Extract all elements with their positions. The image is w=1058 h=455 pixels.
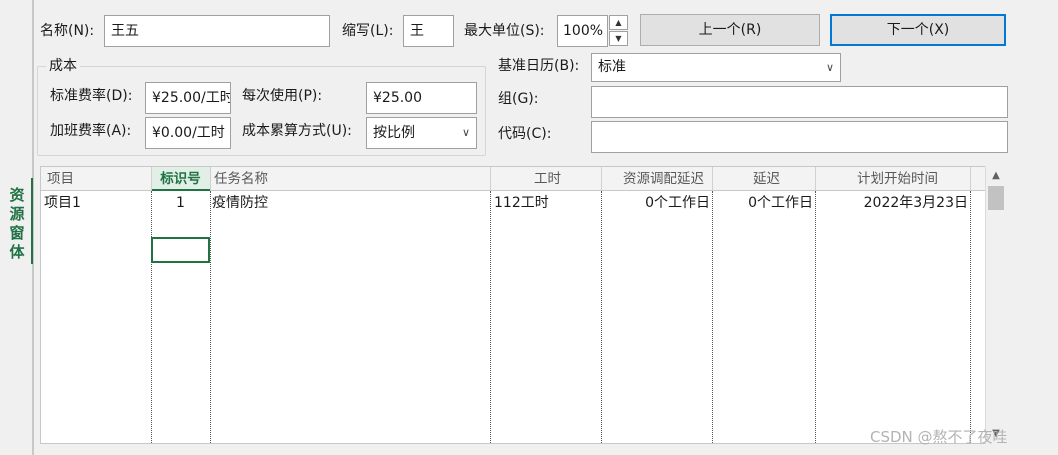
col-gridline (970, 191, 971, 443)
col-header-project[interactable]: 项目 (41, 167, 151, 191)
side-accent-bar (31, 178, 33, 264)
col-header-id[interactable]: 标识号 (151, 167, 210, 191)
name-input[interactable]: 王五 (104, 15, 330, 47)
col-divider (490, 167, 491, 191)
col-gridline (712, 191, 713, 443)
selected-cell[interactable] (151, 237, 210, 263)
base-calendar-value: 标准 (598, 59, 626, 75)
col-divider (151, 167, 152, 191)
cell-leveling-delay[interactable]: 0个工作日 (601, 193, 710, 213)
next-button[interactable]: 下一个(X) (830, 14, 1006, 46)
col-divider (601, 167, 602, 191)
vertical-scrollbar[interactable]: ▲ ▼ (985, 166, 1006, 444)
abbr-label: 缩写(L): (342, 23, 394, 39)
col-header-work[interactable]: 工时 (490, 167, 601, 191)
resource-form-window: 资 源 窗 体 名称(N): 王五 缩写(L): 王 最大单位(S): 100%… (0, 0, 1058, 455)
std-rate-input[interactable]: ¥25.00/工时 (145, 82, 231, 114)
col-gridline (210, 191, 211, 443)
group-label: 组(G): (498, 91, 539, 107)
cell-start[interactable]: 2022年3月23日 (815, 193, 968, 213)
side-panel: 资 源 窗 体 (0, 0, 34, 455)
col-header-leveling-delay[interactable]: 资源调配延迟 (601, 167, 712, 191)
col-header-task-name[interactable]: 任务名称 (210, 167, 490, 191)
max-units-input[interactable]: 100% (557, 15, 608, 47)
watermark: CSDN @熬不了夜哇 (870, 428, 1008, 446)
max-units-label: 最大单位(S): (464, 23, 545, 39)
code-label: 代码(C): (498, 126, 552, 142)
col-gridline (490, 191, 491, 443)
per-use-label: 每次使用(P): (242, 88, 323, 104)
chevron-down-icon: ∨ (461, 126, 470, 139)
col-gridline (151, 191, 152, 443)
cell-id[interactable]: 1 (151, 193, 210, 213)
cell-work[interactable]: 112工时 (494, 193, 549, 213)
chevron-down-icon: ∨ (825, 61, 834, 74)
col-header-start[interactable]: 计划开始时间 (815, 167, 970, 191)
prev-button[interactable]: 上一个(R) (640, 14, 820, 46)
base-calendar-select[interactable]: 标准 ∨ (591, 53, 841, 82)
name-label: 名称(N): (40, 23, 95, 39)
col-divider (970, 167, 971, 191)
scroll-thumb[interactable] (988, 186, 1004, 210)
col-divider (210, 167, 211, 191)
spin-up-icon[interactable]: ▲ (609, 15, 628, 30)
cell-delay[interactable]: 0个工作日 (712, 193, 813, 213)
abbr-input[interactable]: 王 (403, 15, 454, 47)
per-use-input[interactable]: ¥25.00 (366, 82, 477, 114)
task-grid: 项目 标识号 任务名称 工时 资源调配延迟 延迟 计划开始时间 项目1 1 疫情… (40, 166, 1006, 444)
std-rate-label: 标准费率(D): (50, 88, 133, 104)
spin-down-icon[interactable]: ▼ (609, 31, 628, 46)
col-divider (815, 167, 816, 191)
accrue-select[interactable]: 按比例 ∨ (366, 117, 477, 149)
scroll-up-icon[interactable]: ▲ (986, 166, 1006, 186)
cost-group-title: 成本 (46, 57, 80, 75)
cell-project[interactable]: 项目1 (44, 193, 81, 213)
accrue-label: 成本累算方式(U): (242, 123, 352, 139)
group-input[interactable] (591, 86, 1008, 118)
col-header-delay[interactable]: 延迟 (712, 167, 815, 191)
ot-rate-label: 加班费率(A): (50, 123, 132, 139)
code-input[interactable] (591, 121, 1008, 153)
cell-task-name[interactable]: 疫情防控 (212, 193, 268, 213)
col-divider (712, 167, 713, 191)
ot-rate-input[interactable]: ¥0.00/工时 (145, 117, 231, 149)
col-gridline (815, 191, 816, 443)
side-panel-title: 资 源 窗 体 (9, 186, 25, 261)
accrue-value: 按比例 (373, 125, 415, 141)
base-calendar-label: 基准日历(B): (498, 58, 580, 74)
col-gridline (601, 191, 602, 443)
